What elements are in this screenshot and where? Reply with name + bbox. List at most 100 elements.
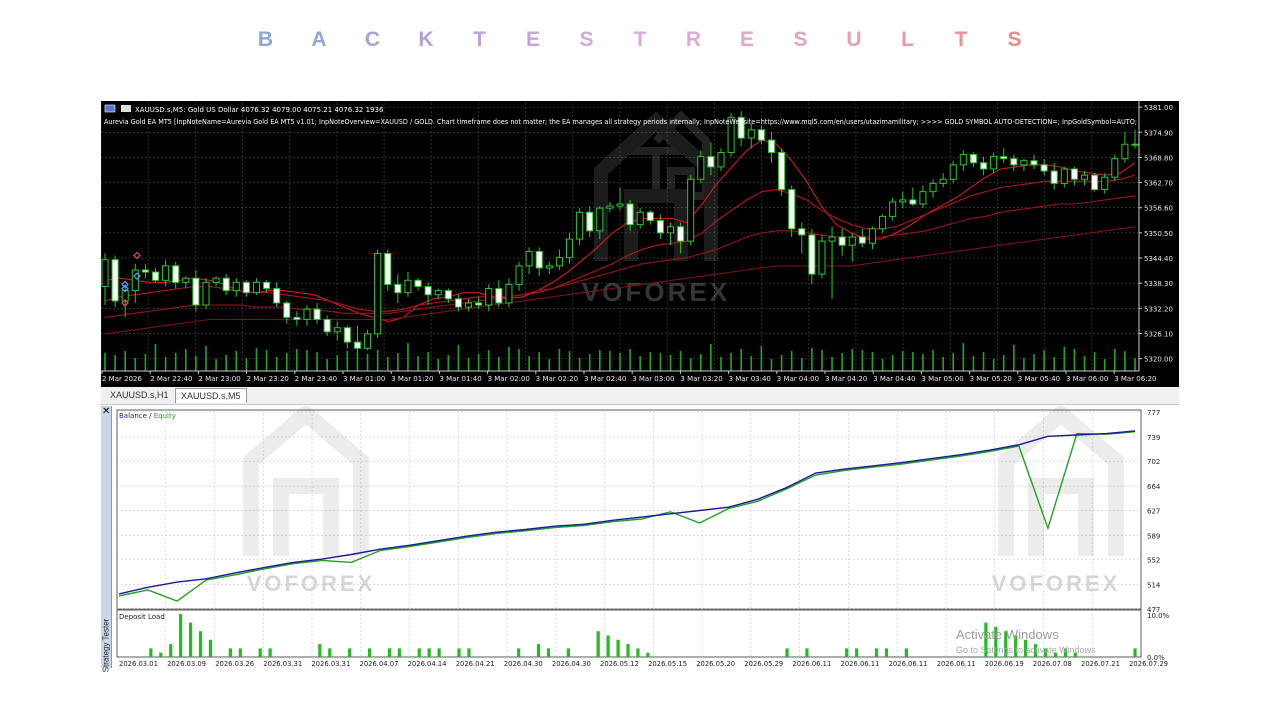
candle[interactable] — [353, 325, 361, 353]
candle[interactable] — [283, 300, 291, 324]
candle[interactable] — [899, 191, 907, 209]
candle[interactable] — [848, 232, 856, 262]
candle[interactable] — [646, 210, 654, 225]
deposit-load-bar — [646, 652, 650, 657]
candle[interactable] — [172, 261, 180, 289]
candle[interactable] — [949, 160, 957, 184]
candle[interactable] — [555, 249, 563, 270]
candle[interactable] — [535, 247, 543, 277]
tab-xauusd-s-h1[interactable]: XAUUSD.s,H1 — [105, 388, 174, 402]
candle[interactable] — [111, 255, 119, 308]
candle[interactable] — [1010, 154, 1018, 172]
candle[interactable] — [404, 272, 412, 297]
candle[interactable] — [1131, 129, 1139, 149]
candle-body — [818, 240, 826, 275]
candle[interactable] — [525, 247, 533, 275]
candle[interactable] — [212, 276, 220, 287]
deposit-load-bar — [397, 648, 401, 657]
candle[interactable] — [969, 152, 977, 167]
candle[interactable] — [364, 329, 372, 351]
candle[interactable] — [1070, 166, 1078, 186]
candle[interactable] — [1030, 154, 1038, 169]
candle[interactable] — [343, 325, 351, 349]
chart-header: XAUUSD.s,M5: Gold US Dollar 4076.32 4079… — [135, 106, 384, 114]
candle[interactable] — [868, 226, 876, 250]
candle[interactable] — [838, 228, 846, 256]
candle[interactable] — [515, 261, 523, 291]
candle[interactable] — [909, 187, 917, 207]
candle[interactable] — [202, 278, 210, 310]
candle[interactable] — [1101, 173, 1109, 194]
candle[interactable] — [929, 179, 937, 198]
candle[interactable] — [808, 228, 816, 285]
candle-body — [465, 302, 473, 308]
close-icon[interactable]: ✕ — [102, 407, 110, 417]
candle[interactable] — [485, 284, 493, 312]
candle[interactable] — [747, 123, 755, 149]
candle[interactable] — [273, 282, 281, 308]
candle[interactable] — [434, 288, 442, 299]
candle[interactable] — [141, 263, 149, 279]
candle[interactable] — [737, 111, 745, 147]
candle[interactable] — [778, 148, 786, 196]
candle[interactable] — [1080, 171, 1089, 186]
candle[interactable] — [192, 269, 200, 312]
candle[interactable] — [151, 267, 160, 283]
candle[interactable] — [919, 185, 927, 209]
candle[interactable] — [495, 280, 503, 308]
candle[interactable] — [798, 222, 806, 254]
candle[interactable] — [222, 274, 230, 295]
candle[interactable] — [394, 274, 402, 303]
candle[interactable] — [767, 131, 775, 163]
candle[interactable] — [414, 278, 422, 291]
candle[interactable] — [788, 185, 796, 237]
candle[interactable] — [576, 208, 584, 246]
candle[interactable] — [242, 280, 250, 297]
candle[interactable] — [252, 278, 261, 295]
candle[interactable] — [818, 234, 826, 279]
candle[interactable] — [959, 150, 967, 172]
candle[interactable] — [687, 175, 695, 246]
candle[interactable] — [545, 261, 553, 275]
candle[interactable] — [586, 206, 594, 237]
tab-xauusd-s-m5[interactable]: XAUUSD.s,M5 — [175, 388, 247, 403]
candle[interactable] — [616, 187, 624, 211]
candle[interactable] — [879, 214, 887, 233]
candle-body — [1131, 143, 1139, 146]
candle[interactable] — [1040, 158, 1048, 176]
candle[interactable] — [858, 228, 866, 248]
candle[interactable] — [232, 278, 240, 297]
candle[interactable] — [131, 263, 139, 303]
candle[interactable] — [465, 298, 473, 312]
candle-body — [495, 288, 503, 304]
candle[interactable] — [717, 148, 725, 172]
candle[interactable] — [505, 278, 513, 308]
candle[interactable] — [182, 276, 190, 289]
candle[interactable] — [454, 294, 462, 312]
candle[interactable] — [1111, 154, 1119, 182]
candle[interactable] — [666, 222, 675, 246]
candlestick-chart[interactable]: VOFOREX 5381.00 5374.90 5368.80 5362.70 5356.… — [101, 101, 1179, 387]
candle[interactable] — [101, 253, 109, 306]
time-tick-label: 2 Mar 23:20 — [247, 375, 289, 383]
candle[interactable] — [1000, 148, 1008, 163]
candle[interactable] — [384, 249, 392, 291]
candle[interactable] — [1060, 166, 1068, 188]
candle[interactable] — [1020, 158, 1028, 172]
price-chart[interactable]: VOFOREX 5381.00 5374.90 5368.80 5362.70 5356.… — [101, 101, 1179, 387]
candle[interactable] — [828, 226, 836, 299]
candle[interactable] — [374, 249, 382, 339]
candle[interactable] — [565, 232, 574, 264]
candle-body — [980, 162, 988, 170]
candle[interactable] — [980, 156, 988, 176]
candle[interactable] — [889, 197, 897, 221]
candle[interactable] — [323, 315, 331, 336]
candle[interactable] — [333, 321, 341, 341]
candle[interactable] — [313, 302, 321, 324]
candle[interactable] — [636, 208, 644, 229]
candle[interactable] — [1091, 173, 1099, 192]
candle[interactable] — [990, 152, 998, 174]
candle[interactable] — [939, 173, 947, 188]
candle[interactable] — [1121, 131, 1129, 163]
candle[interactable] — [293, 311, 301, 326]
